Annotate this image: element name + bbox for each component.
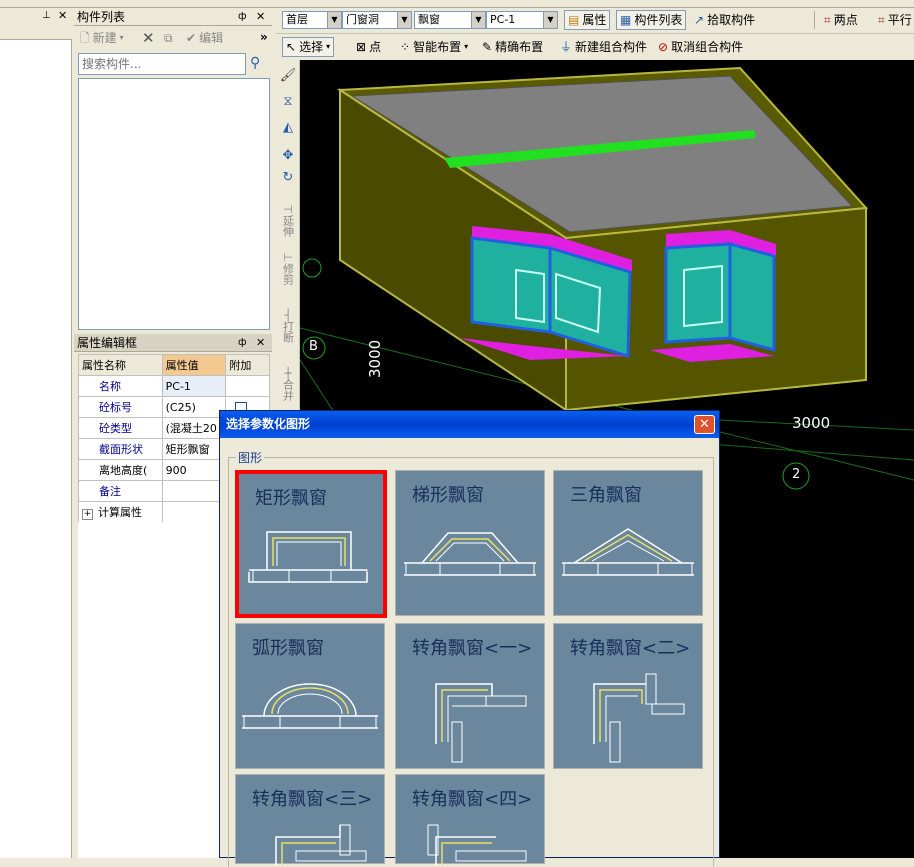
list-icon: ▦: [620, 13, 632, 27]
main-toolbar-row1: 首层 ▼ 门窗洞 ▼ 飘窗 ▼ PC-1 ▼ ▤ 属性 ▦ 构件列表 ↗ 拾取构件 ⌗ 两点 ⌗…: [276, 8, 914, 34]
extend-icon: ⊣: [283, 203, 293, 216]
trim-icon: ⊢: [283, 251, 293, 264]
dimension-vertical: 3000: [366, 339, 384, 378]
move-icon[interactable]: ✥: [279, 149, 297, 162]
smart-layout-button[interactable]: ⁘ 智能布置 ▾: [400, 37, 468, 57]
pin-icon[interactable]: ф: [238, 334, 247, 352]
edit-button[interactable]: ✔ 编辑: [186, 28, 223, 48]
header-name: 属性名称: [78, 354, 163, 376]
flip-icon[interactable]: ◭: [279, 121, 297, 134]
cancel-group-icon: ⊘: [658, 40, 669, 54]
chevron-down-icon: ▼: [543, 12, 557, 28]
two-points-icon: ⌗: [824, 13, 831, 27]
close-icon[interactable]: ✕: [694, 415, 715, 434]
parallel-icon: ⌗: [878, 13, 885, 27]
component-list-title: 构件列表: [77, 10, 126, 24]
shape-tile-rect[interactable]: 矩形飘窗: [235, 470, 387, 618]
floor-select[interactable]: 首层 ▼: [282, 11, 342, 29]
dialog-title: 选择参数化图形: [220, 411, 719, 438]
top-strip: [0, 0, 914, 8]
rotate-icon[interactable]: ↻: [279, 171, 297, 184]
axis-label-b: B: [309, 339, 318, 354]
new-group-icon: ⏚: [560, 40, 573, 54]
copy-button[interactable]: ⧉: [164, 28, 173, 48]
pick-button[interactable]: ↗ 拾取构件: [694, 10, 755, 30]
cursor-icon: ↖: [286, 40, 297, 54]
break-button[interactable]: ┤ 打断: [279, 310, 297, 343]
trapezoid-window-diagram: [404, 532, 536, 576]
corner-window-2-diagram: [593, 673, 685, 763]
merge-button[interactable]: ┼ 合并: [279, 368, 297, 401]
shape-group-label: 图形: [236, 449, 265, 466]
shape-tile-trapezoid[interactable]: 梯形飘窗: [395, 470, 545, 616]
close-icon[interactable]: ✕: [256, 334, 265, 352]
parallel-button[interactable]: ⌗ 平行: [878, 10, 912, 30]
trim-button[interactable]: ⊢ 修剪: [279, 252, 297, 285]
component-list-toolbar: 🗋 新建 ▾ ✕ ⧉ ✔ 编辑 »: [74, 27, 272, 49]
precise-layout-button[interactable]: ✎ 精确布置: [482, 37, 543, 57]
point-icon: ⊠: [356, 40, 367, 54]
precise-layout-icon: ✎: [482, 40, 493, 54]
rect-window-diagram: [248, 531, 368, 583]
select-button[interactable]: ↖ 选择 ▾: [282, 37, 335, 57]
more-chevron-icon[interactable]: »: [260, 27, 268, 47]
two-points-button[interactable]: ⌗ 两点: [824, 10, 858, 30]
brush-icon[interactable]: 🖌: [279, 69, 297, 82]
search-input[interactable]: [78, 53, 246, 75]
break-icon: ┤: [284, 309, 292, 322]
shape-tile-triangle[interactable]: 三角飘窗: [553, 470, 703, 616]
delete-button[interactable]: ✕: [142, 28, 155, 48]
mirror-icon[interactable]: ⧖: [279, 95, 297, 108]
cancel-group-button[interactable]: ⊘ 取消组合构件: [658, 37, 743, 57]
component-list-title-bar: 构件列表 ф ✕: [74, 8, 272, 26]
component-list-button[interactable]: ▦ 构件列表: [616, 10, 687, 30]
header-value: 属性值: [161, 354, 227, 376]
pick-icon: ↗: [694, 13, 705, 27]
properties-button[interactable]: ▤ 属性: [564, 10, 611, 30]
shape-tile-corner-1[interactable]: 转角飘窗<一>: [395, 623, 545, 769]
table-row[interactable]: 名称 PC-1: [78, 375, 270, 397]
shape-tile-arc[interactable]: 弧形飘窗: [235, 623, 385, 769]
point-button[interactable]: ⊠ 点: [356, 37, 381, 57]
header-extra: 附加: [225, 354, 270, 376]
chevron-down-icon: ▼: [397, 12, 411, 28]
component-list-area[interactable]: [78, 78, 270, 330]
extend-button[interactable]: ⊣ 延伸: [279, 204, 297, 237]
corner-window-3-diagram: [275, 824, 367, 865]
new-button[interactable]: 🗋 新建 ▾: [80, 28, 124, 48]
corner-window-1-diagram: [435, 683, 527, 763]
pin-icon[interactable]: ⊥: [42, 10, 51, 21]
shape-tile-corner-3[interactable]: 转角飘窗<三>: [235, 774, 385, 865]
close-icon[interactable]: ✕: [256, 8, 265, 26]
properties-icon: ▤: [568, 13, 580, 27]
merge-icon: ┼: [284, 367, 292, 380]
corner-window-4-diagram: [427, 824, 527, 865]
new-icon: 🗋: [80, 31, 90, 45]
shape-tile-corner-4[interactable]: 转角飘窗<四>: [395, 774, 545, 865]
check-icon: ✔: [186, 31, 197, 45]
close-icon[interactable]: ✕: [58, 9, 67, 22]
axis-label-2: 2: [792, 467, 801, 482]
left-tree-pane: [0, 40, 72, 858]
chevron-down-icon: ▼: [327, 12, 341, 28]
type-select[interactable]: 飘窗 ▼: [414, 11, 486, 29]
search-icon[interactable]: ⚲: [250, 55, 260, 71]
chevron-down-icon: ▼: [471, 12, 485, 28]
category-select[interactable]: 门窗洞 ▼: [342, 11, 412, 29]
component-select[interactable]: PC-1 ▼: [486, 11, 558, 29]
shape-tile-corner-2[interactable]: 转角飘窗<二>: [553, 623, 703, 769]
smart-layout-icon: ⁘: [400, 40, 411, 54]
triangle-window-diagram: [562, 528, 694, 576]
parametric-shape-dialog: 选择参数化图形 ✕ 图形 矩形飘窗 梯形飘窗 三角飘窗 弧形飘窗 转角飘窗<一>…: [219, 410, 720, 867]
expand-icon[interactable]: +: [82, 509, 93, 520]
property-panel-title: 属性编辑框: [77, 336, 138, 350]
dimension-horizontal: 3000: [792, 414, 831, 432]
arc-window-diagram: [242, 683, 378, 729]
pin-icon[interactable]: ф: [238, 8, 247, 26]
new-group-button[interactable]: ⏚ 新建组合构件: [560, 37, 647, 57]
property-panel-title-bar: 属性编辑框 ф ✕: [74, 334, 272, 352]
main-toolbar-row2: ↖ 选择 ▾ ⊠ 点 ⁘ 智能布置 ▾ ✎ 精确布置 ⏚ 新建组合构件 ⊘ 取消组合构件: [276, 35, 914, 60]
